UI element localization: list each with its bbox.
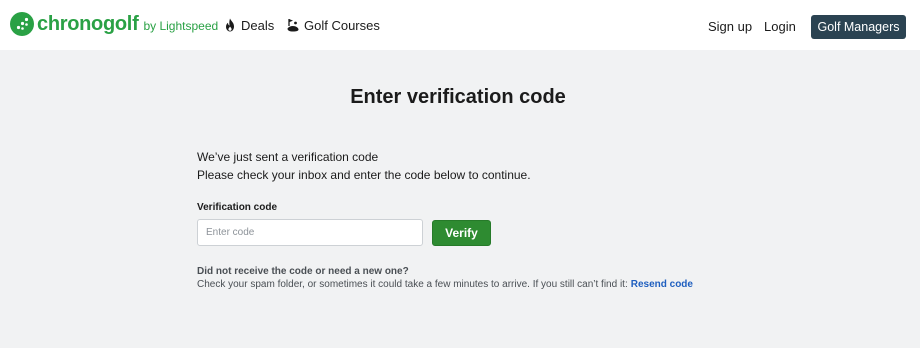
verification-code-label: Verification code	[197, 202, 278, 213]
resend-help-text-row: Check your spam folder, or sometimes it …	[197, 279, 693, 290]
nav-golf-courses-link[interactable]: Golf Courses	[287, 16, 380, 34]
signup-link[interactable]: Sign up	[708, 19, 752, 34]
logo-byline: by Lightspeed	[143, 19, 219, 33]
verification-code-input[interactable]	[197, 219, 423, 246]
resend-code-link[interactable]: Resend code	[631, 279, 693, 290]
verify-button[interactable]: Verify	[432, 220, 491, 246]
nav-deals-link[interactable]: Deals	[224, 16, 274, 34]
logo-wordmark: chronogolf	[37, 12, 139, 35]
login-link[interactable]: Login	[764, 19, 796, 34]
golf-ball-logo-icon	[10, 12, 34, 36]
intro-text-line-1: We’ve just sent a verification code	[197, 150, 379, 164]
resend-help-text: Check your spam folder, or sometimes it …	[197, 279, 628, 290]
nav-golf-courses-label: Golf Courses	[304, 17, 380, 33]
top-navigation-bar: chronogolf by Lightspeed Deals Golf Cour…	[0, 0, 920, 50]
resend-help-title: Did not receive the code or need a new o…	[197, 266, 409, 277]
golf-course-icon	[287, 19, 299, 32]
intro-text-line-2: Please check your inbox and enter the co…	[197, 168, 531, 182]
page-title: Enter verification code	[350, 86, 566, 108]
chronogolf-logo[interactable]: chronogolf by Lightspeed	[10, 12, 218, 36]
fire-icon	[226, 18, 234, 32]
golf-managers-button[interactable]: Golf Managers	[811, 15, 906, 39]
nav-deals-label: Deals	[241, 17, 275, 33]
